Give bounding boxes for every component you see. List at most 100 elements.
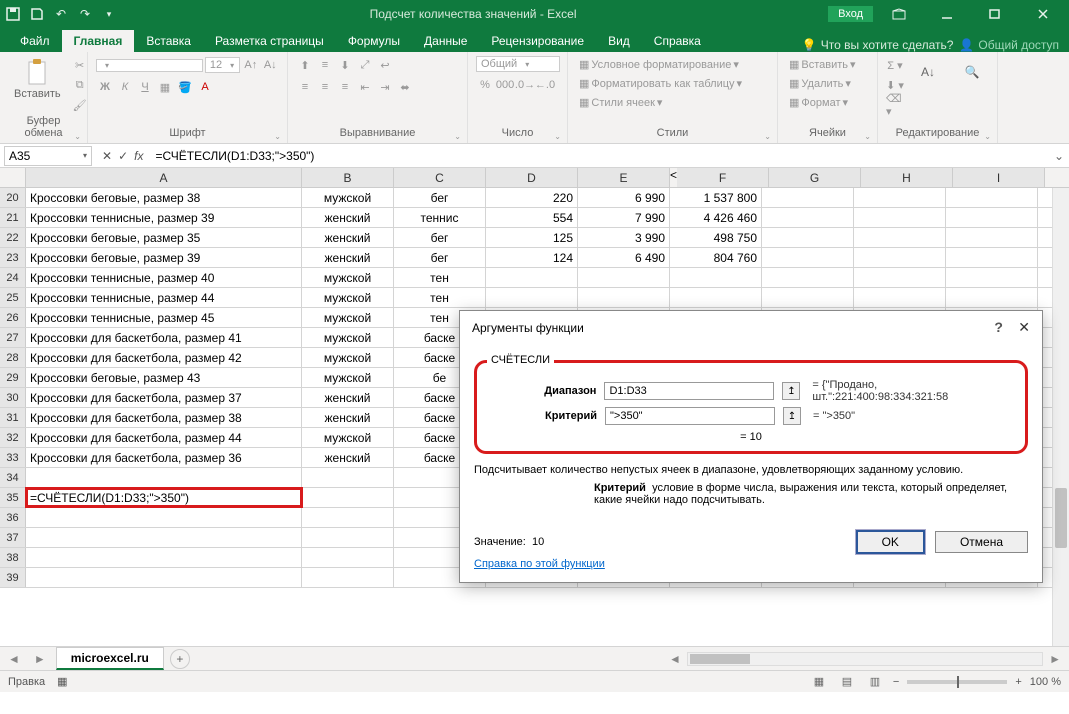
cell[interactable] (302, 508, 394, 527)
row-header[interactable]: 35 (0, 488, 26, 507)
cell[interactable] (762, 188, 854, 207)
wrap-text-icon[interactable]: ↩ (376, 56, 394, 74)
cell[interactable]: мужской (302, 428, 394, 447)
cell[interactable]: Кроссовки теннисные, размер 39 (26, 208, 302, 227)
cell[interactable] (946, 228, 1038, 247)
row-header[interactable]: 26 (0, 308, 26, 327)
row-header[interactable]: 38 (0, 548, 26, 567)
row-header[interactable]: 37 (0, 528, 26, 547)
tab-file[interactable]: Файл (8, 30, 62, 52)
cell[interactable]: =СЧЁТЕСЛИ(D1:D33;">350") (26, 488, 302, 507)
cell[interactable] (854, 268, 946, 287)
cell[interactable]: тен (394, 288, 486, 307)
tab-review[interactable]: Рецензирование (479, 30, 596, 52)
orientation-icon[interactable]: ⤢ (356, 56, 374, 74)
cell[interactable] (762, 208, 854, 227)
format-painter-icon[interactable]: 🖌 (71, 96, 89, 114)
cell[interactable] (302, 568, 394, 587)
cancel-formula-icon[interactable]: ✕ (102, 149, 112, 163)
function-help-link[interactable]: Справка по этой функции (474, 558, 605, 570)
redo-icon[interactable]: ↷ (76, 5, 94, 23)
align-center-icon[interactable]: ≡ (316, 78, 334, 96)
tab-view[interactable]: Вид (596, 30, 642, 52)
table-row[interactable]: 25Кроссовки теннисные, размер 44мужскойт… (0, 288, 1069, 308)
cell[interactable] (26, 528, 302, 547)
row-header[interactable]: 22 (0, 228, 26, 247)
row-header[interactable]: 39 (0, 568, 26, 587)
enter-formula-icon[interactable]: ✓ (118, 149, 128, 163)
row-header[interactable]: 34 (0, 468, 26, 487)
cancel-button[interactable]: Отмена (935, 531, 1028, 553)
cell[interactable]: 4 426 460 (670, 208, 762, 227)
fill-color-icon[interactable]: 🪣 (176, 78, 194, 96)
cell[interactable]: женский (302, 208, 394, 227)
cell[interactable]: 220 (486, 188, 578, 207)
cell[interactable] (854, 288, 946, 307)
cell[interactable] (670, 288, 762, 307)
row-header[interactable]: 29 (0, 368, 26, 387)
cell[interactable]: Кроссовки теннисные, размер 44 (26, 288, 302, 307)
cell[interactable]: мужской (302, 308, 394, 327)
dialog-close-icon[interactable]: ✕ (1018, 319, 1030, 335)
cell[interactable] (854, 248, 946, 267)
cell[interactable]: женский (302, 448, 394, 467)
scroll-thumb[interactable] (1055, 488, 1067, 548)
row-header[interactable]: 27 (0, 328, 26, 347)
range-ref-button[interactable]: ↥ (782, 382, 800, 400)
cell[interactable] (946, 268, 1038, 287)
sheet-nav-prev-icon[interactable]: ◄ (4, 652, 24, 666)
criteria-ref-button[interactable]: ↥ (783, 407, 801, 425)
currency-icon[interactable]: % (476, 76, 494, 94)
conditional-formatting-button[interactable]: ▦Условное форматирование ▾ (576, 56, 769, 73)
delete-cells-button[interactable]: ▦Удалить ▾ (786, 75, 869, 92)
merge-icon[interactable]: ⬌ (396, 78, 414, 96)
align-middle-icon[interactable]: ≡ (316, 56, 334, 74)
row-header[interactable]: 28 (0, 348, 26, 367)
cell[interactable] (302, 528, 394, 547)
normal-view-icon[interactable]: ▦ (809, 674, 829, 690)
cell[interactable] (854, 208, 946, 227)
paste-button[interactable]: Вставить (8, 56, 67, 102)
col-header[interactable]: D (486, 168, 578, 187)
row-header[interactable]: 23 (0, 248, 26, 267)
cell[interactable]: Кроссовки беговые, размер 35 (26, 228, 302, 247)
cell[interactable] (946, 288, 1038, 307)
cell[interactable]: мужской (302, 288, 394, 307)
cell[interactable]: тен (394, 268, 486, 287)
format-as-table-button[interactable]: ▦Форматировать как таблицу ▾ (576, 75, 769, 92)
ok-button[interactable]: OK (856, 530, 925, 554)
cell[interactable] (946, 208, 1038, 227)
zoom-level[interactable]: 100 % (1030, 676, 1061, 688)
cut-icon[interactable]: ✂ (71, 56, 89, 74)
maximize-icon[interactable] (973, 0, 1017, 28)
autosave-icon[interactable] (4, 5, 22, 23)
increase-indent-icon[interactable]: ⇥ (376, 78, 394, 96)
cell[interactable]: женский (302, 248, 394, 267)
save-icon[interactable] (28, 5, 46, 23)
tell-me-search[interactable]: 💡 Что вы хотите сделать? (802, 38, 954, 52)
cell[interactable]: мужской (302, 188, 394, 207)
col-header[interactable]: C (394, 168, 486, 187)
cell[interactable]: Кроссовки для баскетбола, размер 38 (26, 408, 302, 427)
underline-icon[interactable]: Ч (136, 78, 154, 96)
autosum-icon[interactable]: Σ ▾ (886, 56, 904, 74)
zoom-slider[interactable] (907, 680, 1007, 684)
horizontal-scrollbar[interactable] (687, 652, 1043, 666)
formula-input[interactable] (149, 147, 1049, 165)
row-header[interactable]: 25 (0, 288, 26, 307)
cell[interactable]: Кроссовки беговые, размер 43 (26, 368, 302, 387)
cell[interactable]: 6 990 (578, 188, 670, 207)
cell[interactable]: мужской (302, 348, 394, 367)
vertical-scrollbar[interactable] (1052, 188, 1069, 646)
cell[interactable] (302, 468, 394, 487)
hscroll-left-icon[interactable]: ◄ (665, 652, 685, 666)
tab-help[interactable]: Справка (642, 30, 713, 52)
cell[interactable] (26, 468, 302, 487)
add-sheet-button[interactable]: + (170, 649, 190, 669)
expand-formula-bar-icon[interactable]: ⌄ (1049, 149, 1069, 163)
font-name-combo[interactable] (96, 59, 203, 72)
cell-styles-button[interactable]: ▦Стили ячеек ▾ (576, 94, 769, 111)
table-row[interactable]: 24Кроссовки теннисные, размер 40мужскойт… (0, 268, 1069, 288)
cell[interactable]: Кроссовки беговые, размер 39 (26, 248, 302, 267)
table-row[interactable]: 23Кроссовки беговые, размер 39женскийбег… (0, 248, 1069, 268)
